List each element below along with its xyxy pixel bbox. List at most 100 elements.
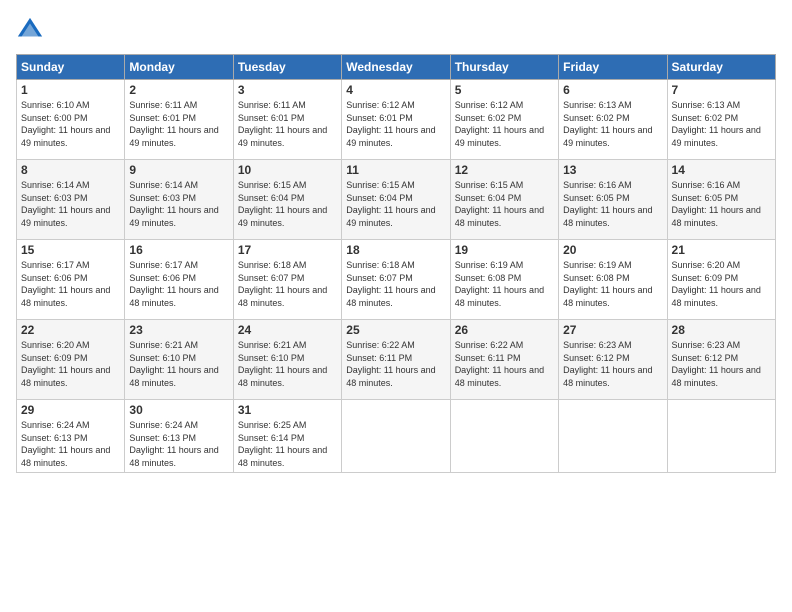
day-number: 12: [455, 163, 554, 177]
header: [16, 16, 776, 44]
page: Sunday Monday Tuesday Wednesday Thursday…: [0, 0, 792, 612]
day-number: 7: [672, 83, 771, 97]
table-row: 24 Sunrise: 6:21 AMSunset: 6:10 PMDaylig…: [233, 320, 341, 400]
day-number: 10: [238, 163, 337, 177]
table-row: 14 Sunrise: 6:16 AMSunset: 6:05 PMDaylig…: [667, 160, 775, 240]
col-saturday: Saturday: [667, 55, 775, 80]
table-row: 13 Sunrise: 6:16 AMSunset: 6:05 PMDaylig…: [559, 160, 667, 240]
table-row: 16 Sunrise: 6:17 AMSunset: 6:06 PMDaylig…: [125, 240, 233, 320]
day-number: 23: [129, 323, 228, 337]
day-number: 22: [21, 323, 120, 337]
col-friday: Friday: [559, 55, 667, 80]
day-number: 25: [346, 323, 445, 337]
table-row: 4 Sunrise: 6:12 AMSunset: 6:01 PMDayligh…: [342, 80, 450, 160]
col-thursday: Thursday: [450, 55, 558, 80]
day-info: Sunrise: 6:24 AMSunset: 6:13 PMDaylight:…: [129, 420, 218, 468]
day-info: Sunrise: 6:22 AMSunset: 6:11 PMDaylight:…: [455, 340, 544, 388]
table-row: 8 Sunrise: 6:14 AMSunset: 6:03 PMDayligh…: [17, 160, 125, 240]
logo: [16, 16, 46, 44]
day-info: Sunrise: 6:12 AMSunset: 6:01 PMDaylight:…: [346, 100, 435, 148]
day-number: 20: [563, 243, 662, 257]
day-info: Sunrise: 6:23 AMSunset: 6:12 PMDaylight:…: [672, 340, 761, 388]
table-row: 18 Sunrise: 6:18 AMSunset: 6:07 PMDaylig…: [342, 240, 450, 320]
day-number: 19: [455, 243, 554, 257]
day-number: 29: [21, 403, 120, 417]
table-row: 29 Sunrise: 6:24 AMSunset: 6:13 PMDaylig…: [17, 400, 125, 473]
day-number: 18: [346, 243, 445, 257]
day-number: 9: [129, 163, 228, 177]
logo-icon: [16, 16, 44, 44]
day-info: Sunrise: 6:14 AMSunset: 6:03 PMDaylight:…: [21, 180, 110, 228]
table-row: 22 Sunrise: 6:20 AMSunset: 6:09 PMDaylig…: [17, 320, 125, 400]
day-number: 16: [129, 243, 228, 257]
day-number: 17: [238, 243, 337, 257]
calendar: Sunday Monday Tuesday Wednesday Thursday…: [16, 54, 776, 473]
day-info: Sunrise: 6:11 AMSunset: 6:01 PMDaylight:…: [129, 100, 218, 148]
day-info: Sunrise: 6:10 AMSunset: 6:00 PMDaylight:…: [21, 100, 110, 148]
table-row: 5 Sunrise: 6:12 AMSunset: 6:02 PMDayligh…: [450, 80, 558, 160]
day-info: Sunrise: 6:13 AMSunset: 6:02 PMDaylight:…: [672, 100, 761, 148]
table-row: 19 Sunrise: 6:19 AMSunset: 6:08 PMDaylig…: [450, 240, 558, 320]
day-number: 13: [563, 163, 662, 177]
day-number: 24: [238, 323, 337, 337]
table-row: [342, 400, 450, 473]
day-info: Sunrise: 6:17 AMSunset: 6:06 PMDaylight:…: [21, 260, 110, 308]
col-wednesday: Wednesday: [342, 55, 450, 80]
day-number: 26: [455, 323, 554, 337]
col-monday: Monday: [125, 55, 233, 80]
table-row: 30 Sunrise: 6:24 AMSunset: 6:13 PMDaylig…: [125, 400, 233, 473]
table-row: 26 Sunrise: 6:22 AMSunset: 6:11 PMDaylig…: [450, 320, 558, 400]
day-info: Sunrise: 6:21 AMSunset: 6:10 PMDaylight:…: [129, 340, 218, 388]
day-number: 6: [563, 83, 662, 97]
day-info: Sunrise: 6:23 AMSunset: 6:12 PMDaylight:…: [563, 340, 652, 388]
day-number: 3: [238, 83, 337, 97]
table-row: 7 Sunrise: 6:13 AMSunset: 6:02 PMDayligh…: [667, 80, 775, 160]
table-row: 25 Sunrise: 6:22 AMSunset: 6:11 PMDaylig…: [342, 320, 450, 400]
day-info: Sunrise: 6:24 AMSunset: 6:13 PMDaylight:…: [21, 420, 110, 468]
table-row: [667, 400, 775, 473]
day-number: 5: [455, 83, 554, 97]
day-info: Sunrise: 6:18 AMSunset: 6:07 PMDaylight:…: [346, 260, 435, 308]
day-number: 30: [129, 403, 228, 417]
table-row: [559, 400, 667, 473]
day-info: Sunrise: 6:15 AMSunset: 6:04 PMDaylight:…: [238, 180, 327, 228]
table-row: 27 Sunrise: 6:23 AMSunset: 6:12 PMDaylig…: [559, 320, 667, 400]
table-row: 11 Sunrise: 6:15 AMSunset: 6:04 PMDaylig…: [342, 160, 450, 240]
day-info: Sunrise: 6:19 AMSunset: 6:08 PMDaylight:…: [455, 260, 544, 308]
table-row: 21 Sunrise: 6:20 AMSunset: 6:09 PMDaylig…: [667, 240, 775, 320]
day-number: 11: [346, 163, 445, 177]
day-number: 1: [21, 83, 120, 97]
day-number: 31: [238, 403, 337, 417]
day-number: 2: [129, 83, 228, 97]
table-row: 17 Sunrise: 6:18 AMSunset: 6:07 PMDaylig…: [233, 240, 341, 320]
day-info: Sunrise: 6:22 AMSunset: 6:11 PMDaylight:…: [346, 340, 435, 388]
day-info: Sunrise: 6:21 AMSunset: 6:10 PMDaylight:…: [238, 340, 327, 388]
day-number: 15: [21, 243, 120, 257]
day-info: Sunrise: 6:16 AMSunset: 6:05 PMDaylight:…: [672, 180, 761, 228]
table-row: [450, 400, 558, 473]
day-info: Sunrise: 6:20 AMSunset: 6:09 PMDaylight:…: [672, 260, 761, 308]
table-row: 12 Sunrise: 6:15 AMSunset: 6:04 PMDaylig…: [450, 160, 558, 240]
day-info: Sunrise: 6:14 AMSunset: 6:03 PMDaylight:…: [129, 180, 218, 228]
day-info: Sunrise: 6:15 AMSunset: 6:04 PMDaylight:…: [346, 180, 435, 228]
day-info: Sunrise: 6:11 AMSunset: 6:01 PMDaylight:…: [238, 100, 327, 148]
day-info: Sunrise: 6:25 AMSunset: 6:14 PMDaylight:…: [238, 420, 327, 468]
day-number: 27: [563, 323, 662, 337]
table-row: 10 Sunrise: 6:15 AMSunset: 6:04 PMDaylig…: [233, 160, 341, 240]
day-number: 21: [672, 243, 771, 257]
day-info: Sunrise: 6:16 AMSunset: 6:05 PMDaylight:…: [563, 180, 652, 228]
table-row: 6 Sunrise: 6:13 AMSunset: 6:02 PMDayligh…: [559, 80, 667, 160]
day-info: Sunrise: 6:18 AMSunset: 6:07 PMDaylight:…: [238, 260, 327, 308]
day-number: 4: [346, 83, 445, 97]
day-info: Sunrise: 6:20 AMSunset: 6:09 PMDaylight:…: [21, 340, 110, 388]
day-info: Sunrise: 6:12 AMSunset: 6:02 PMDaylight:…: [455, 100, 544, 148]
table-row: 15 Sunrise: 6:17 AMSunset: 6:06 PMDaylig…: [17, 240, 125, 320]
col-sunday: Sunday: [17, 55, 125, 80]
col-tuesday: Tuesday: [233, 55, 341, 80]
table-row: 3 Sunrise: 6:11 AMSunset: 6:01 PMDayligh…: [233, 80, 341, 160]
day-info: Sunrise: 6:15 AMSunset: 6:04 PMDaylight:…: [455, 180, 544, 228]
table-row: 2 Sunrise: 6:11 AMSunset: 6:01 PMDayligh…: [125, 80, 233, 160]
day-number: 28: [672, 323, 771, 337]
table-row: 20 Sunrise: 6:19 AMSunset: 6:08 PMDaylig…: [559, 240, 667, 320]
table-row: 31 Sunrise: 6:25 AMSunset: 6:14 PMDaylig…: [233, 400, 341, 473]
